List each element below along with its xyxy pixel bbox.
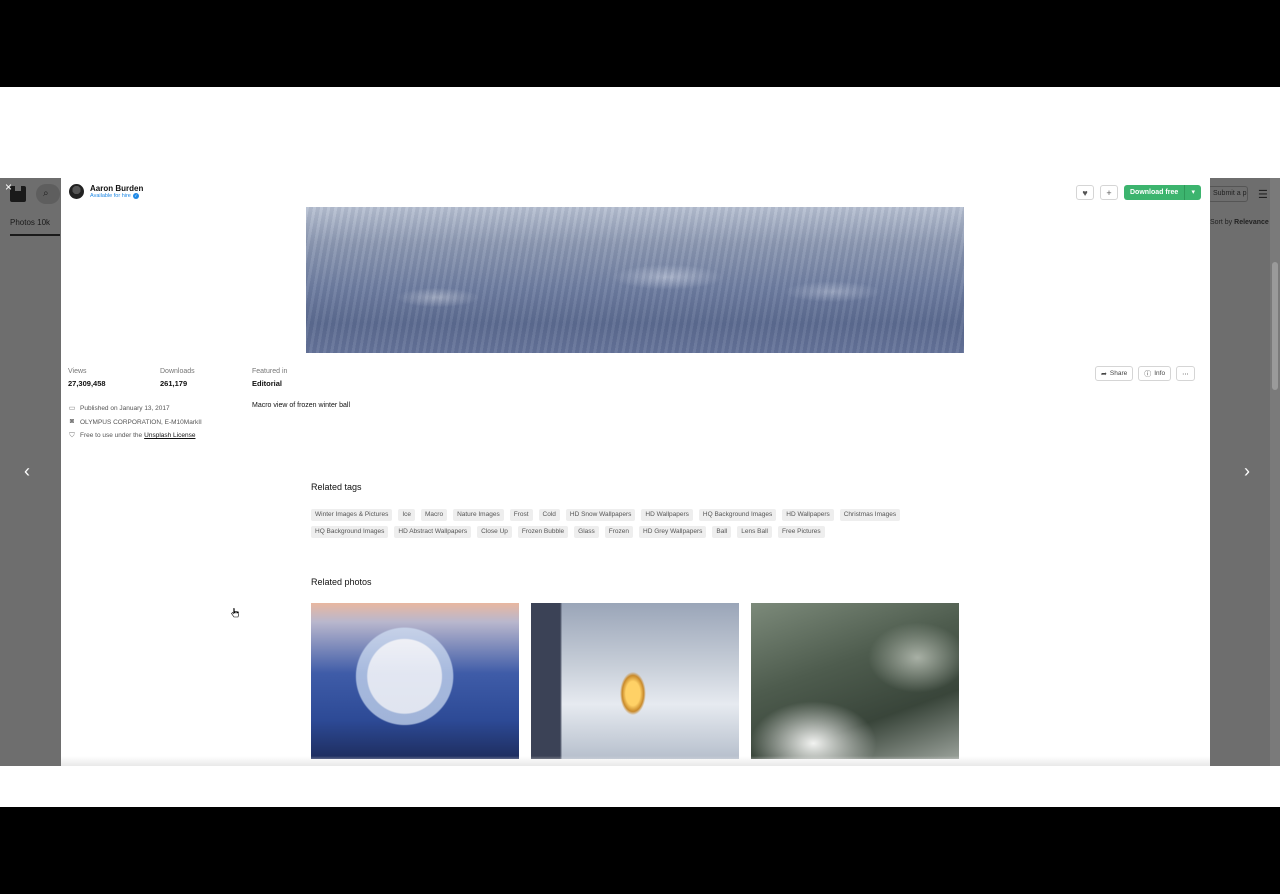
tag-chip[interactable]: HD Abstract Wallpapers <box>394 526 472 538</box>
related-photo-snowflakes[interactable] <box>751 603 959 759</box>
share-button[interactable]: ➦ Share <box>1095 366 1134 381</box>
share-icon: ➦ <box>1101 370 1107 378</box>
tag-chip[interactable]: HD Wallpapers <box>641 509 693 521</box>
plus-icon: + <box>1106 187 1112 198</box>
ellipsis-icon: ⋯ <box>1182 370 1189 378</box>
more-options-button[interactable]: ⋯ <box>1176 366 1195 381</box>
downloads-label: Downloads <box>160 368 195 375</box>
info-label: Info <box>1154 370 1166 377</box>
camera-icon: ◙ <box>69 418 75 426</box>
author-block[interactable]: Aaron Burden Available for hire ✓ <box>69 184 143 199</box>
tag-chip[interactable]: HQ Background Images <box>698 509 777 521</box>
tag-chip[interactable]: Cold <box>538 509 560 521</box>
camera-row: ◙ OLYMPUS CORPORATION, E-M10MarkII <box>68 416 202 430</box>
related-photos-title: Related photos <box>311 577 372 587</box>
license-link[interactable]: Unsplash License <box>144 432 195 439</box>
sort-prefix: Sort by <box>1210 219 1233 226</box>
tag-chip[interactable]: Free Pictures <box>777 526 825 538</box>
verified-icon: ✓ <box>132 193 139 199</box>
downloads-value: 261,179 <box>160 379 188 388</box>
views-stat: Views 27,309,458 <box>68 368 160 388</box>
letterbox-bottom <box>0 807 1280 894</box>
author-text: Aaron Burden Available for hire ✓ <box>90 184 143 199</box>
sort-dropdown[interactable]: Sort by Relevance <box>1210 219 1269 226</box>
previous-photo-arrow-icon[interactable]: ‹ <box>24 461 30 482</box>
unsplash-logo-icon[interactable] <box>10 186 26 202</box>
featured-stat: Featured in Editorial <box>252 368 344 388</box>
bottom-margin <box>0 766 1280 807</box>
info-button[interactable]: ⓘ Info <box>1138 366 1172 381</box>
tag-chip[interactable]: HD Wallpapers <box>782 509 834 521</box>
search-icon[interactable]: ⌕ <box>36 184 60 204</box>
tag-chip[interactable]: Glass <box>574 526 599 538</box>
related-tags-list: Winter Images & Pictures Ice Macro Nature I… <box>311 509 951 543</box>
hand-pointer-cursor-icon <box>231 608 239 618</box>
sort-value: Relevance <box>1234 219 1269 226</box>
heart-icon: ♥ <box>1082 187 1088 198</box>
tag-chip[interactable]: Frozen Bubble <box>517 526 569 538</box>
published-row: ▭ Published on January 13, 2017 <box>68 402 202 416</box>
add-to-collection-button[interactable]: + <box>1100 185 1118 200</box>
tag-chip[interactable]: Ice <box>398 509 415 521</box>
download-button[interactable]: Download free <box>1124 185 1185 200</box>
submit-photo-button[interactable]: Submit a photo <box>1208 186 1248 202</box>
featured-value[interactable]: Editorial <box>252 379 344 388</box>
tag-chip[interactable]: HQ Background Images <box>311 526 389 538</box>
top-margin <box>0 87 1280 178</box>
share-label: Share <box>1109 370 1128 377</box>
tag-chip[interactable]: Christmas Images <box>839 509 901 521</box>
info-icon: ⓘ <box>1144 370 1152 378</box>
main-photo[interactable] <box>306 207 964 353</box>
views-value: 27,309,458 <box>68 379 106 388</box>
calendar-icon: ▭ <box>68 404 76 412</box>
photo-description: Macro view of frozen winter ball <box>252 402 351 409</box>
views-label: Views <box>68 368 87 375</box>
camera-model[interactable]: OLYMPUS CORPORATION, E-M10MarkII <box>80 419 202 426</box>
tag-chip[interactable]: Winter Images & Pictures <box>311 509 393 521</box>
photo-stats: Views 27,309,458 Downloads 261,179 Featu… <box>68 368 344 388</box>
tag-chip[interactable]: Lens Ball <box>737 526 772 538</box>
scrollbar-thumb[interactable] <box>1272 262 1278 390</box>
hamburger-icon[interactable]: ☰ <box>1258 188 1268 201</box>
featured-label: Featured in <box>252 368 288 375</box>
license-prefix: Free to use under the <box>80 432 143 440</box>
chevron-down-icon[interactable]: ▾ <box>1184 185 1202 200</box>
avatar[interactable] <box>69 184 84 199</box>
license-row: ⛉ Free to use under the Unsplash License <box>68 429 202 443</box>
downloads-stat: Downloads 261,179 <box>160 368 252 388</box>
top-actions: ♥ + Download free ▾ <box>1076 185 1202 200</box>
tag-chip[interactable]: Frost <box>509 509 533 521</box>
close-icon[interactable]: × <box>5 180 12 194</box>
next-photo-arrow-icon[interactable]: › <box>1244 461 1250 482</box>
related-photos-grid <box>311 603 971 759</box>
related-photo-frozen-bubble[interactable] <box>311 603 519 759</box>
related-photo-lantern[interactable] <box>531 603 739 759</box>
published-date: Published on January 13, 2017 <box>80 405 170 413</box>
like-button[interactable]: ♥ <box>1076 185 1094 200</box>
hire-status-label: Available for hire <box>90 193 131 199</box>
photo-modal: Aaron Burden Available for hire ✓ ♥ + Dow… <box>61 178 1210 766</box>
photo-meta: ▭ Published on January 13, 2017 ◙ OLYMPUS … <box>68 402 202 443</box>
bottom-fade <box>61 756 1210 766</box>
tag-chip[interactable]: Close Up <box>477 526 512 538</box>
shield-icon: ⛉ <box>69 431 75 439</box>
tab-photos[interactable]: Photos 10k <box>10 218 50 227</box>
tag-chip[interactable]: HD Snow Wallpapers <box>565 509 636 521</box>
tag-chip[interactable]: Macro <box>421 509 448 521</box>
photo-actions: ➦ Share ⓘ Info ⋯ <box>1095 366 1200 381</box>
tag-chip[interactable]: HD Grey Wallpapers <box>639 526 707 538</box>
related-tags-title: Related tags <box>311 482 362 492</box>
tab-underline <box>10 234 60 236</box>
tag-chip[interactable]: Ball <box>712 526 732 538</box>
hire-status[interactable]: Available for hire ✓ <box>90 193 143 199</box>
tag-chip[interactable]: Nature Images <box>453 509 504 521</box>
author-name[interactable]: Aaron Burden <box>90 184 143 193</box>
tag-chip[interactable]: Frozen <box>604 526 634 538</box>
letterbox-top <box>0 0 1280 87</box>
